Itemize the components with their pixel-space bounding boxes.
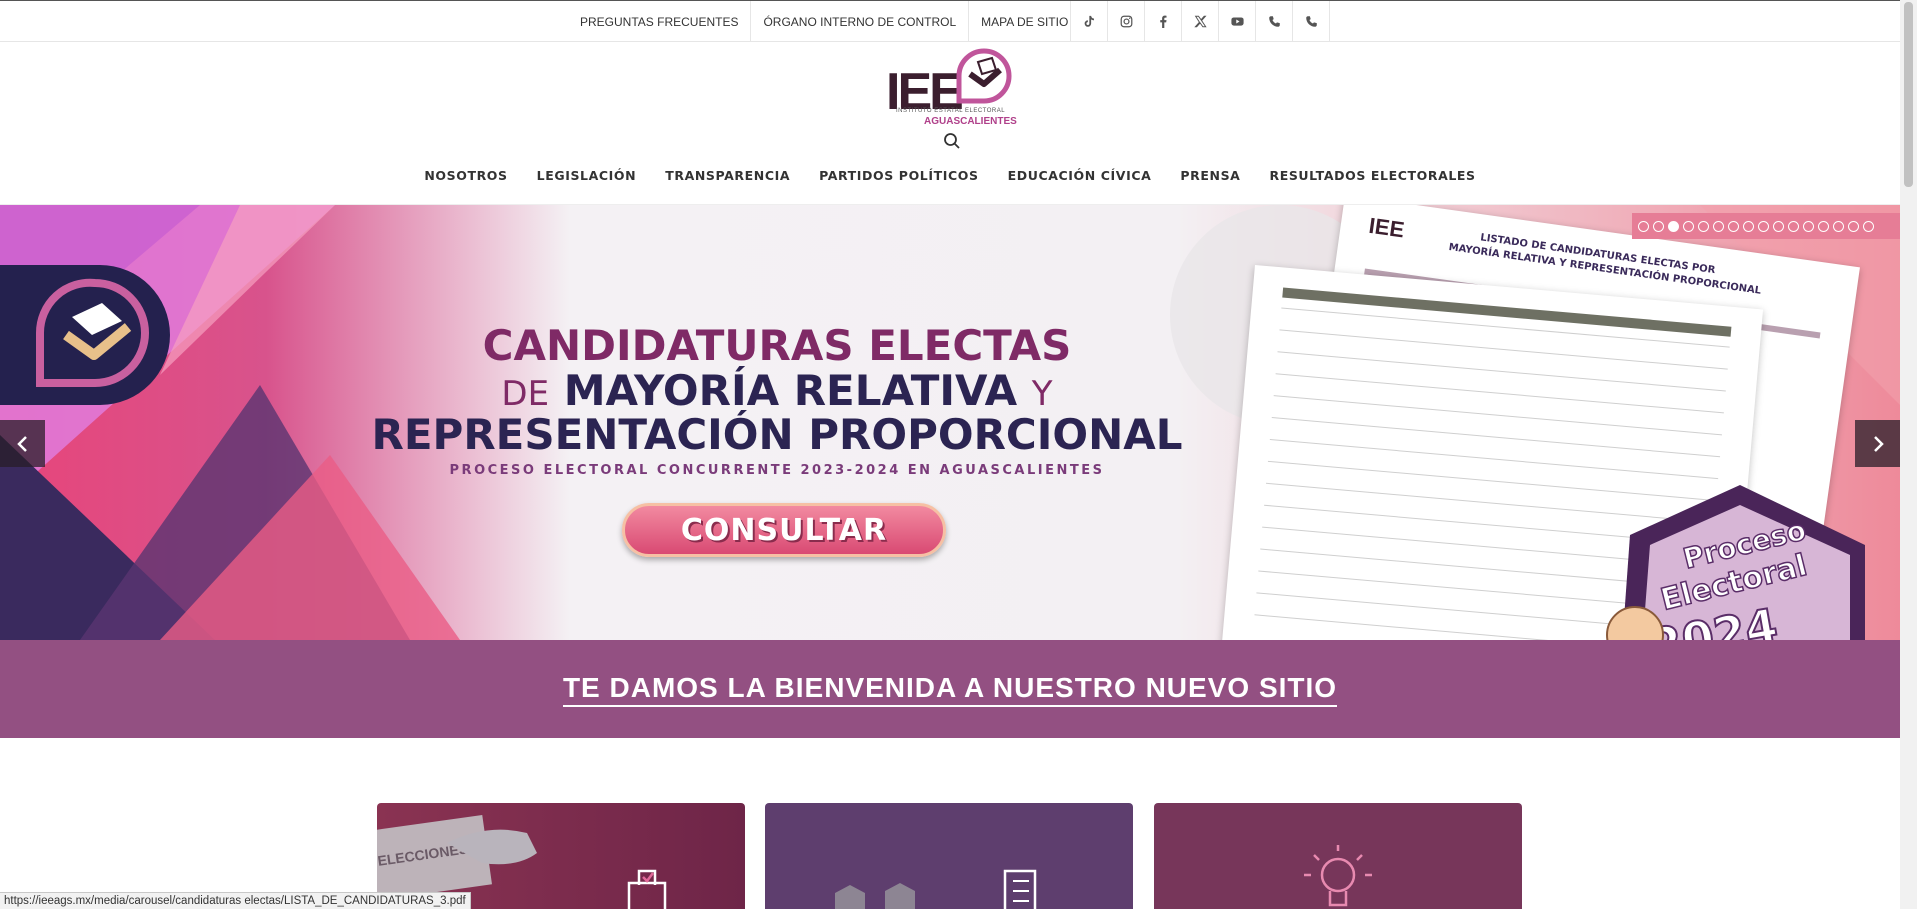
carousel-pagination <box>1632 213 1900 239</box>
site-logo[interactable]: IEE INSTITUTO ESTATAL ELECTORAL AGUASCAL… <box>884 46 1017 130</box>
lightbulb-icon <box>1304 845 1372 907</box>
carousel-dot[interactable] <box>1713 220 1724 232</box>
status-url: https://ieeags.mx/media/carousel/candida… <box>0 892 471 909</box>
logo-subtitle: INSTITUTO ESTATAL ELECTORAL <box>896 108 1006 114</box>
x-icon[interactable] <box>1182 1 1219 42</box>
document-row <box>1277 351 1726 392</box>
carousel-dot[interactable] <box>1638 220 1649 232</box>
carousel-dot[interactable] <box>1653 220 1664 232</box>
document-logo: IEE <box>1367 212 1406 243</box>
carousel-dot[interactable] <box>1683 220 1694 232</box>
nav-nosotros[interactable]: NOSOTROS <box>410 166 522 186</box>
document-row <box>1273 395 1723 436</box>
nav-educacion-civica[interactable]: EDUCACIÓN CÍVICA <box>993 166 1166 186</box>
carousel-dot[interactable] <box>1803 220 1814 232</box>
document-row <box>1269 438 1719 480</box>
chevron-right-icon <box>1873 435 1884 452</box>
carousel-dot[interactable] <box>1698 220 1709 232</box>
proceso-electoral-badge: Proceso Electoral 2024 <box>1606 485 1865 640</box>
nav-legislacion[interactable]: LEGISLACIÓN <box>522 166 651 186</box>
welcome-link[interactable]: TE DAMOS LA BIENVENIDA A NUESTRO NUEVO S… <box>562 671 1338 707</box>
carousel-dot[interactable] <box>1818 220 1829 232</box>
youtube-icon[interactable] <box>1219 1 1256 42</box>
carousel-dot[interactable] <box>1773 220 1784 232</box>
main-nav: NOSOTROS LEGISLACIÓN TRANSPARENCIA PARTI… <box>0 166 1900 186</box>
hero-title-line2: DE MAYORÍA RELATIVA Y <box>362 370 1192 412</box>
hero-carousel: CANDIDATURAS ELECTAS DE MAYORÍA RELATIVA… <box>0 205 1900 640</box>
tiktok-icon[interactable] <box>1071 1 1108 42</box>
welcome-banner: TE DAMOS LA BIENVENIDA A NUESTRO NUEVO S… <box>0 640 1900 738</box>
ballot-mark-icon <box>956 48 1012 104</box>
hero-title-prefix: DE <box>501 374 550 414</box>
facebook-icon[interactable] <box>1145 1 1182 42</box>
carousel-dot[interactable] <box>1833 220 1844 232</box>
document-row <box>1275 373 1724 414</box>
card-educacion[interactable] <box>1154 803 1522 909</box>
carousel-prev-button[interactable] <box>0 420 45 467</box>
carousel-dot[interactable] <box>1788 220 1799 232</box>
carousel-dot[interactable] <box>1863 220 1874 232</box>
phone-icon[interactable] <box>1256 1 1293 42</box>
checklist-icon <box>835 869 1037 909</box>
hero-subtitle: PROCESO ELECTORAL CONCURRENTE 2023-2024 … <box>449 463 1105 478</box>
top-links: PREGUNTAS FRECUENTES ÓRGANO INTERNO DE C… <box>568 1 1080 42</box>
carousel-dot[interactable] <box>1728 220 1739 232</box>
page-scrollbar[interactable] <box>1900 0 1917 909</box>
link-mapa-de-sitio[interactable]: MAPA DE SITIO <box>969 1 1080 42</box>
carousel-dot[interactable] <box>1758 220 1769 232</box>
scrollbar-thumb[interactable] <box>1904 2 1913 187</box>
carousel-next-button[interactable] <box>1855 420 1900 467</box>
instagram-icon[interactable] <box>1108 1 1145 42</box>
logo-state: AGUASCALIENTES <box>924 116 1017 127</box>
top-utility-bar: PREGUNTAS FRECUENTES ÓRGANO INTERNO DE C… <box>0 0 1900 42</box>
link-preguntas-frecuentes[interactable]: PREGUNTAS FRECUENTES <box>568 1 752 42</box>
document-row <box>1279 329 1728 370</box>
carousel-dot[interactable] <box>1668 220 1679 232</box>
hero-title-suffix: Y <box>1031 374 1053 414</box>
carousel-dot[interactable] <box>1743 220 1754 232</box>
search-icon[interactable] <box>943 132 961 150</box>
phone-icon[interactable] <box>1293 1 1330 42</box>
card-partidos[interactable] <box>765 803 1133 909</box>
social-links <box>1070 1 1330 42</box>
nav-resultados-electorales[interactable]: RESULTADOS ELECTORALES <box>1255 166 1490 186</box>
hero-title-line3: REPRESENTACIÓN PROPORCIONAL <box>371 410 1183 459</box>
chevron-left-icon <box>16 435 27 452</box>
hero-title-line1: CANDIDATURAS ELECTAS <box>482 321 1072 370</box>
hero-title-main: MAYORÍA RELATIVA <box>563 366 1018 415</box>
document-row <box>1271 417 1721 458</box>
nav-partidos-politicos[interactable]: PARTIDOS POLÍTICOS <box>805 166 993 186</box>
nav-transparencia[interactable]: TRANSPARENCIA <box>651 166 805 186</box>
carousel-dot[interactable] <box>1848 220 1859 232</box>
consultar-button[interactable]: CONSULTAR <box>622 503 946 557</box>
nav-prensa[interactable]: PRENSA <box>1166 166 1255 186</box>
link-organo-interno[interactable]: ÓRGANO INTERNO DE CONTROL <box>751 1 970 42</box>
